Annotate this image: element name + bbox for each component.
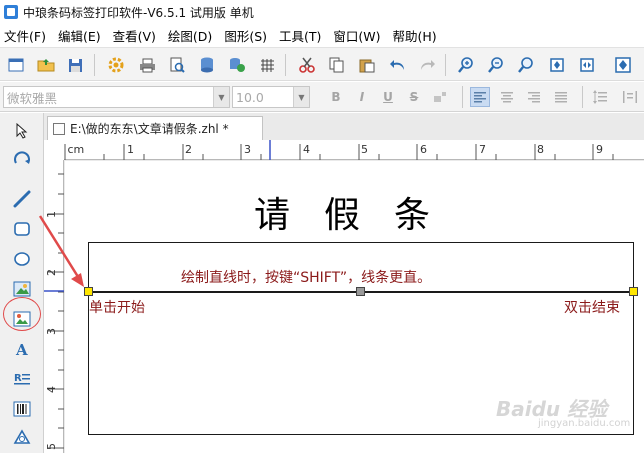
annotation-arrow: [38, 215, 84, 287]
watermark-url: jingyan.baidu.com: [538, 418, 631, 429]
